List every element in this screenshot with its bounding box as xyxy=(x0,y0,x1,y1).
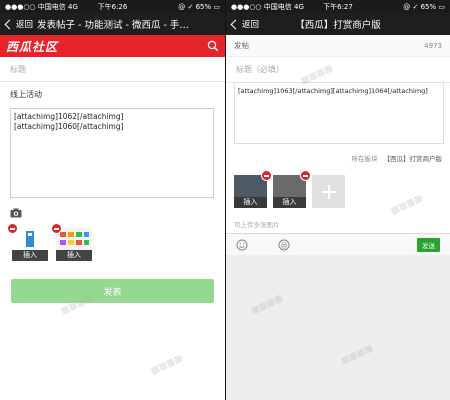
camera-icon[interactable] xyxy=(10,208,22,218)
chevron-left-icon xyxy=(4,19,15,29)
at-mention-icon[interactable]: @ xyxy=(278,239,290,251)
insert-button[interactable]: 插入 xyxy=(273,197,306,208)
char-counter: 4973 xyxy=(424,41,442,50)
remove-attachment-icon[interactable] xyxy=(261,170,272,181)
chevron-left-icon xyxy=(230,19,241,29)
board-label: 所在板块 xyxy=(351,155,378,163)
plus-icon xyxy=(321,184,336,199)
upload-hint: 可上传多张图片 xyxy=(234,221,280,229)
attachment-item: 插入 xyxy=(273,170,311,208)
title-placeholder: 标题 xyxy=(10,64,26,74)
category-value: 线上活动 xyxy=(10,90,42,99)
category-select[interactable]: 线上活动 xyxy=(0,82,225,107)
status-bar: ●●●○○ 中国电信 4G 下午6:27 @ ✓ 65% ▭ xyxy=(226,0,450,13)
attachment-item: 插入 xyxy=(234,170,272,208)
title-field[interactable]: 标题 xyxy=(0,57,225,82)
insert-button[interactable]: 插入 xyxy=(12,250,48,261)
attachment-list: 插入 插入 xyxy=(7,223,92,261)
title-placeholder: 标题（必填） xyxy=(236,65,284,74)
content-textarea[interactable] xyxy=(234,82,444,144)
carrier-signal: ●●●○○ 中国电信 4G xyxy=(231,2,304,11)
attachment-thumbnail xyxy=(56,228,92,250)
submit-button[interactable]: 发表 xyxy=(11,279,214,303)
back-label: 返回 xyxy=(242,20,260,30)
compose-toolbar: @ 发送 xyxy=(226,233,450,255)
attachment-item: 插入 xyxy=(51,223,92,261)
svg-text:@: @ xyxy=(281,241,288,249)
attachment-thumbnail xyxy=(12,228,48,250)
keyboard-area xyxy=(226,255,450,400)
title-field[interactable]: 标题（必填） xyxy=(226,57,450,83)
attachment-list: 插入 插入 xyxy=(234,170,345,208)
left-phone-screen: ●●●○○ 中国电信 4G 下午6:26 @ ✓ 65% ▭ 返回 发表帖子 -… xyxy=(0,0,225,400)
status-bar: ●●●○○ 中国电信 4G 下午6:26 @ ✓ 65% ▭ xyxy=(0,0,225,13)
right-phone-screen: ●●●○○ 中国电信 4G 下午6:27 @ ✓ 65% ▭ 返回 【西瓜】打赏… xyxy=(225,0,450,400)
attachment-item: 插入 xyxy=(7,223,48,261)
send-button[interactable]: 发送 xyxy=(417,237,440,252)
battery-indicator: @ ✓ 65% ▭ xyxy=(403,2,445,11)
carrier-signal: ●●●○○ 中国电信 4G xyxy=(5,2,78,11)
nav-bar: 返回 【西瓜】打赏商户版 xyxy=(226,13,450,35)
board-selector[interactable]: 所在板块 【西瓜】打赏商户版 xyxy=(352,153,443,163)
emoji-icon[interactable] xyxy=(236,239,248,251)
back-label: 返回 xyxy=(16,20,34,30)
community-logo: 西瓜社区 xyxy=(6,39,59,54)
battery-indicator: @ ✓ 65% ▭ xyxy=(178,2,220,11)
remove-attachment-icon[interactable] xyxy=(7,223,18,234)
remove-attachment-icon[interactable] xyxy=(300,170,311,181)
community-header: 西瓜社区 xyxy=(0,35,225,57)
insert-button[interactable]: 插入 xyxy=(56,250,92,261)
nav-bar: 返回 发表帖子 - 功能测试 - 微西瓜 - 手… xyxy=(0,13,225,35)
search-icon[interactable] xyxy=(207,40,219,52)
insert-button[interactable]: 插入 xyxy=(234,197,267,208)
post-header: 发帖 4973 xyxy=(226,35,450,57)
back-button[interactable]: 返回 xyxy=(226,18,263,30)
page-title: 发表帖子 - 功能测试 - 微西瓜 - 手… xyxy=(37,20,189,31)
back-button[interactable]: 返回 xyxy=(0,18,37,30)
board-value: 【西瓜】打赏商户版 xyxy=(383,155,443,163)
content-textarea[interactable] xyxy=(10,108,214,198)
add-image-button[interactable] xyxy=(312,175,345,208)
remove-attachment-icon[interactable] xyxy=(51,223,62,234)
post-label: 发帖 xyxy=(234,41,249,50)
